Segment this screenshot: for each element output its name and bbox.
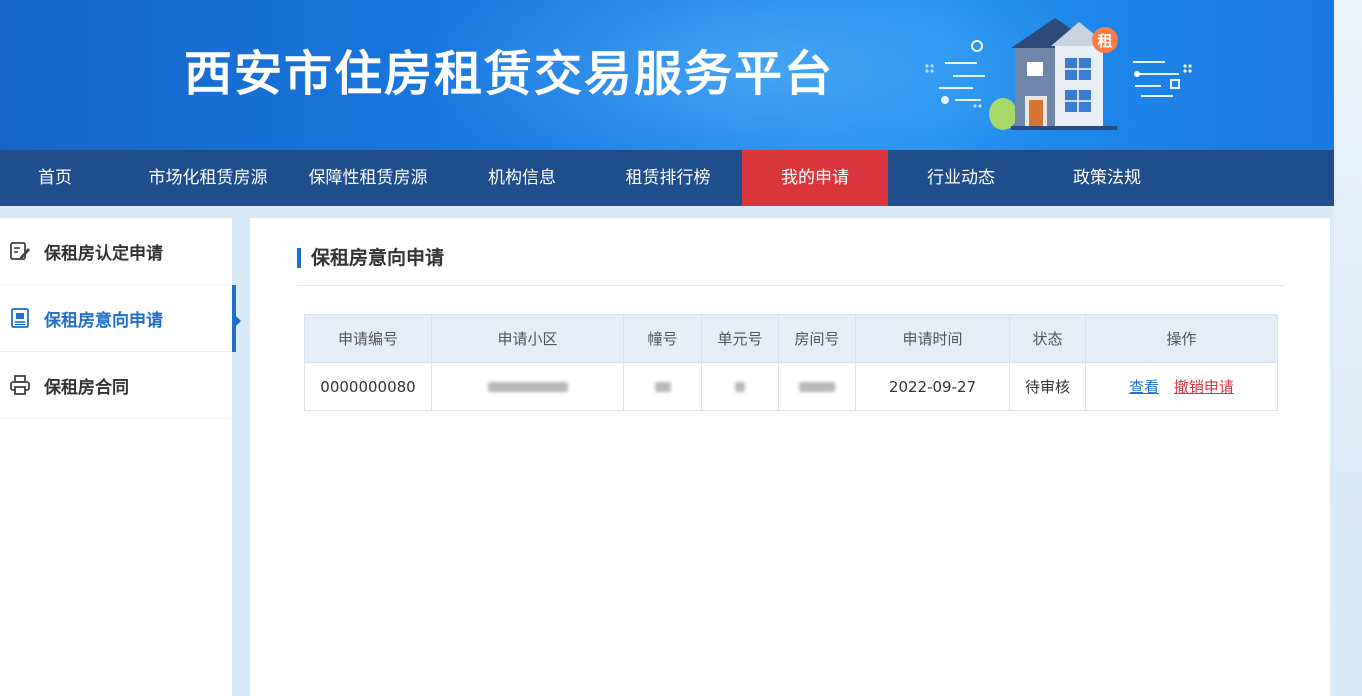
col-header-unit: 单元号 [701, 314, 779, 363]
col-header-room: 房间号 [778, 314, 856, 363]
sidebar-item-contract[interactable]: 保租房合同 [0, 352, 232, 419]
house-illustration-icon: 租 [925, 18, 1192, 130]
page-edge [1334, 0, 1362, 696]
applications-table: 申请编号 申请小区 幢号 单元号 房间号 申请时间 状态 操作 00000000… [304, 314, 1278, 411]
col-header-building: 幢号 [623, 314, 702, 363]
cell-room-redacted [778, 362, 856, 411]
nav-item-rankings[interactable]: 租赁排行榜 [604, 150, 732, 206]
nav-item-affordable-rentals[interactable]: 保障性租赁房源 [292, 150, 444, 206]
sidebar-item-certification[interactable]: 保租房认定申请 [0, 218, 232, 285]
house-badge: 租 [1097, 32, 1112, 50]
nav-item-industry-news[interactable]: 行业动态 [900, 150, 1022, 206]
document-icon [9, 307, 31, 329]
table-header-row: 申请编号 申请小区 幢号 单元号 房间号 申请时间 状态 操作 [304, 314, 1278, 363]
main-panel: 保租房意向申请 申请编号 申请小区 幢号 单元号 房间号 申请时间 状态 操作 … [250, 218, 1330, 696]
col-header-community: 申请小区 [431, 314, 624, 363]
cell-building-redacted [623, 362, 702, 411]
cancel-application-link[interactable]: 撤销申请 [1174, 378, 1234, 396]
cell-unit-redacted [701, 362, 779, 411]
edit-icon [9, 240, 31, 262]
nav-item-my-applications[interactable]: 我的申请 [742, 150, 888, 206]
col-header-status: 状态 [1009, 314, 1086, 363]
col-header-actions: 操作 [1085, 314, 1278, 363]
site-title: 西安市住房租赁交易服务平台 [184, 46, 835, 102]
site-banner: 西安市住房租赁交易服务平台 租 [0, 0, 1334, 150]
sidebar-item-label: 保租房认定申请 [44, 243, 163, 264]
col-header-application-time: 申请时间 [855, 314, 1010, 363]
cell-community-redacted [431, 362, 624, 411]
active-indicator-arrow [234, 314, 241, 328]
cell-actions: 查看 撤销申请 [1085, 362, 1278, 411]
sidebar-item-label: 保租房意向申请 [44, 310, 163, 331]
sidebar-item-intent-application[interactable]: 保租房意向申请 [0, 285, 236, 352]
nav-item-policies[interactable]: 政策法规 [1046, 150, 1168, 206]
sidebar-item-label: 保租房合同 [44, 377, 129, 398]
nav-item-agencies[interactable]: 机构信息 [466, 150, 578, 206]
col-header-application-number: 申请编号 [304, 314, 432, 363]
table-row: 0000000080 2022-09-27 待审核 查看 撤销申请 [304, 362, 1278, 411]
page-title: 保租房意向申请 [297, 245, 444, 271]
cell-status: 待审核 [1009, 362, 1086, 411]
cell-application-time: 2022-09-27 [855, 362, 1010, 411]
view-link[interactable]: 查看 [1129, 378, 1159, 396]
title-divider [297, 285, 1285, 286]
nav-item-market-rentals[interactable]: 市场化租赁房源 [132, 150, 284, 206]
printer-icon [9, 374, 31, 396]
cell-application-number: 0000000080 [304, 362, 432, 411]
main-nav: 首页 市场化租赁房源 保障性租赁房源 机构信息 租赁排行榜 我的申请 行业动态 … [0, 150, 1334, 206]
sidebar: 保租房认定申请 保租房意向申请 保租房合同 [0, 218, 236, 696]
nav-item-home[interactable]: 首页 [16, 150, 94, 206]
